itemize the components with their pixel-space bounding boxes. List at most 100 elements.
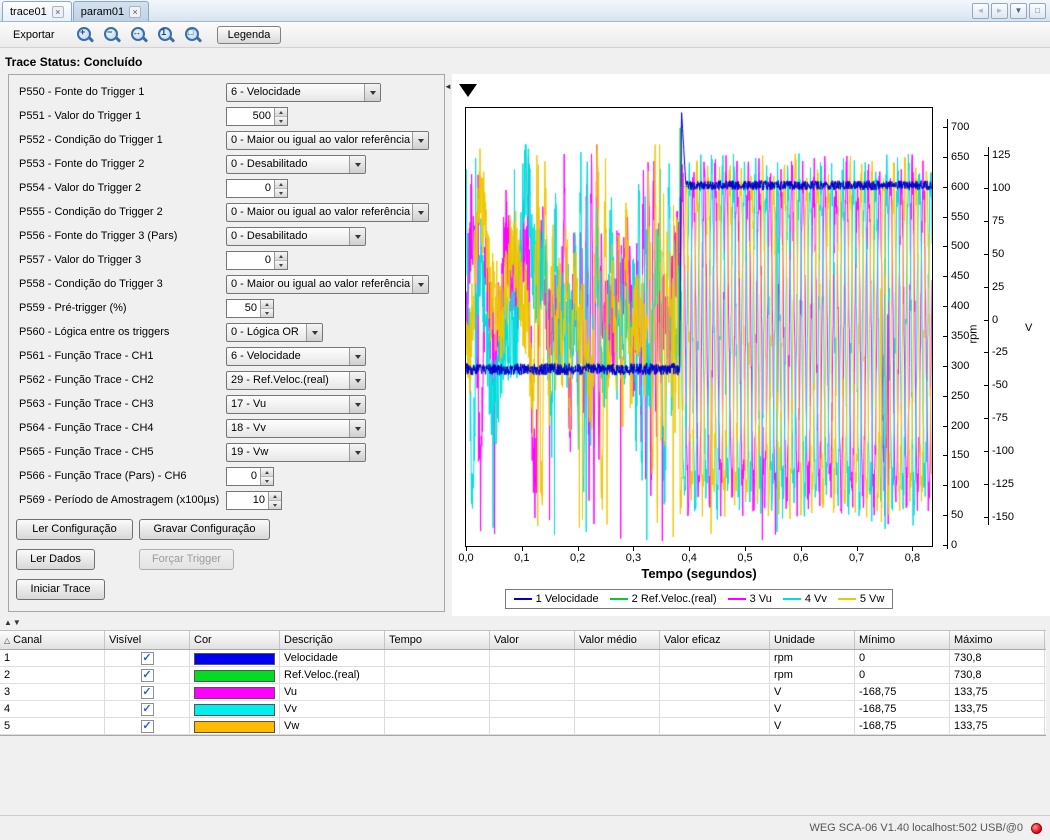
parameter-spinner[interactable]: 0 [226, 179, 288, 198]
spinner-down-button[interactable] [275, 117, 287, 125]
parameter-select[interactable]: 0 - Maior ou igual ao valor referência [226, 275, 429, 294]
spinner-up-button[interactable] [275, 180, 287, 189]
chevron-down-icon[interactable] [349, 420, 365, 437]
zoom-fit-button[interactable]: ↔ [127, 24, 152, 46]
tab-close-icon[interactable]: × [52, 6, 64, 18]
cell-tempo [385, 701, 490, 717]
chevron-down-icon[interactable] [412, 276, 428, 293]
color-swatch[interactable] [194, 704, 275, 716]
tab-list-dropdown-button[interactable]: ▼ [1010, 3, 1027, 19]
column-header-descricao[interactable]: Descrição [280, 631, 385, 649]
column-header-visivel[interactable]: Visível [105, 631, 190, 649]
chevron-down-icon[interactable] [412, 132, 428, 149]
parameter-select[interactable]: 29 - Ref.Veloc.(real) [226, 371, 366, 390]
iniciar-trace-button[interactable]: Iniciar Trace [16, 579, 105, 600]
color-swatch[interactable] [194, 687, 275, 699]
rpm-tick-label: 100 [951, 479, 969, 491]
parameter-spinner[interactable]: 10 [226, 491, 282, 510]
column-header-valor[interactable]: Valor [490, 631, 575, 649]
tab-close-icon[interactable]: × [129, 6, 141, 18]
ler-configuracao-button[interactable]: Ler Configuração [16, 519, 133, 540]
parameter-select[interactable]: 0 - Lógica OR [226, 323, 323, 342]
spinner-up-button[interactable] [261, 300, 273, 309]
parameter-spinner[interactable]: 50 [226, 299, 274, 318]
parameter-select[interactable]: 0 - Maior ou igual ao valor referência [226, 203, 429, 222]
table-row[interactable]: 1✓Velocidaderpm0730,8 [0, 650, 1046, 667]
legenda-button[interactable]: Legenda [217, 26, 282, 44]
spinner-down-button[interactable] [261, 309, 273, 317]
color-swatch[interactable] [194, 653, 275, 665]
trace-plot[interactable] [466, 108, 932, 546]
parameter-spinner[interactable]: 0 [226, 467, 274, 486]
color-swatch[interactable] [194, 721, 275, 733]
visible-checkbox[interactable]: ✓ [141, 686, 154, 699]
column-header-maximo[interactable]: Máximo [950, 631, 1045, 649]
zoom-original-button[interactable]: 1 [154, 24, 179, 46]
trigger-position-marker-icon[interactable] [459, 84, 477, 97]
table-row[interactable]: 4✓VvV-168,75133,75 [0, 701, 1046, 718]
chevron-down-icon[interactable] [349, 156, 365, 173]
v-tick-label: -150 [992, 511, 1014, 523]
parameter-select[interactable]: 0 - Desabilitado [226, 227, 366, 246]
chevron-down-icon[interactable] [349, 348, 365, 365]
spinner-up-button[interactable] [275, 108, 287, 117]
horizontal-splitter[interactable]: ▲▼ [0, 616, 1050, 630]
zoom-out-button[interactable]: − [100, 24, 125, 46]
table-row[interactable]: 2✓Ref.Veloc.(real)rpm0730,8 [0, 667, 1046, 684]
zoom-selection-button[interactable]: □ [181, 24, 206, 46]
parameter-select[interactable]: 18 - Vv [226, 419, 366, 438]
parameter-select[interactable]: 19 - Vw [226, 443, 366, 462]
splitter-collapse-icons[interactable]: ▲▼ [4, 618, 22, 627]
v-tick-label: -25 [992, 346, 1008, 358]
column-header-valor-medio[interactable]: Valor médio [575, 631, 660, 649]
parameter-select[interactable]: 17 - Vu [226, 395, 366, 414]
spinner-up-button[interactable] [261, 468, 273, 477]
parameter-select[interactable]: 0 - Maior ou igual ao valor referência [226, 131, 429, 150]
cell-unidade: rpm [770, 667, 855, 683]
cell-maximo: 133,75 [950, 684, 1045, 700]
table-row[interactable]: 5✓VwV-168,75133,75 [0, 718, 1046, 735]
exportar-menu[interactable]: Exportar [4, 26, 64, 44]
spinner-up-button[interactable] [269, 492, 281, 501]
spinner-down-button[interactable] [261, 477, 273, 485]
v-tick-label: 125 [992, 149, 1010, 161]
parameter-select[interactable]: 6 - Velocidade [226, 347, 366, 366]
chevron-down-icon[interactable] [412, 204, 428, 221]
column-header-tempo[interactable]: Tempo [385, 631, 490, 649]
spinner-up-button[interactable] [275, 252, 287, 261]
column-header-valor-eficaz[interactable]: Valor eficaz [660, 631, 770, 649]
chevron-down-icon[interactable] [364, 84, 380, 101]
column-header-canal[interactable]: △Canal [0, 631, 105, 649]
visible-checkbox[interactable]: ✓ [141, 652, 154, 665]
chevron-down-icon[interactable] [349, 372, 365, 389]
ler-dados-button[interactable]: Ler Dados [16, 549, 95, 570]
visible-checkbox[interactable]: ✓ [141, 720, 154, 733]
column-header-minimo[interactable]: Mínimo [855, 631, 950, 649]
parameter-select[interactable]: 6 - Velocidade [226, 83, 381, 102]
cell-canal: 2 [0, 667, 105, 683]
color-swatch[interactable] [194, 670, 275, 682]
tab-param01[interactable]: param01× [73, 1, 149, 21]
gravar-configuracao-button[interactable]: Gravar Configuração [139, 519, 270, 540]
chevron-down-icon[interactable] [349, 228, 365, 245]
chevron-down-icon[interactable] [349, 396, 365, 413]
spinner-down-button[interactable] [275, 261, 287, 269]
maximize-view-button[interactable]: □ [1029, 3, 1046, 19]
table-row[interactable]: 3✓VuV-168,75133,75 [0, 684, 1046, 701]
zoom-in-button[interactable]: + [73, 24, 98, 46]
chevron-down-icon[interactable] [349, 444, 365, 461]
visible-checkbox[interactable]: ✓ [141, 703, 154, 716]
parameter-spinner[interactable]: 0 [226, 251, 288, 270]
spinner-down-button[interactable] [275, 189, 287, 197]
parameter-spinner[interactable]: 500 [226, 107, 288, 126]
tab-trace01[interactable]: trace01× [2, 1, 72, 21]
column-header-unidade[interactable]: Unidade [770, 631, 855, 649]
collapse-panel-icon[interactable]: ◄ [444, 82, 452, 91]
chevron-down-icon[interactable] [306, 324, 322, 341]
column-header-cor[interactable]: Cor [190, 631, 280, 649]
parameter-rows: P550 - Fonte do Trigger 16 - VelocidadeP… [9, 81, 444, 513]
parameter-select[interactable]: 0 - Desabilitado [226, 155, 366, 174]
rpm-tick-label: 400 [951, 300, 969, 312]
spinner-down-button[interactable] [269, 501, 281, 509]
visible-checkbox[interactable]: ✓ [141, 669, 154, 682]
